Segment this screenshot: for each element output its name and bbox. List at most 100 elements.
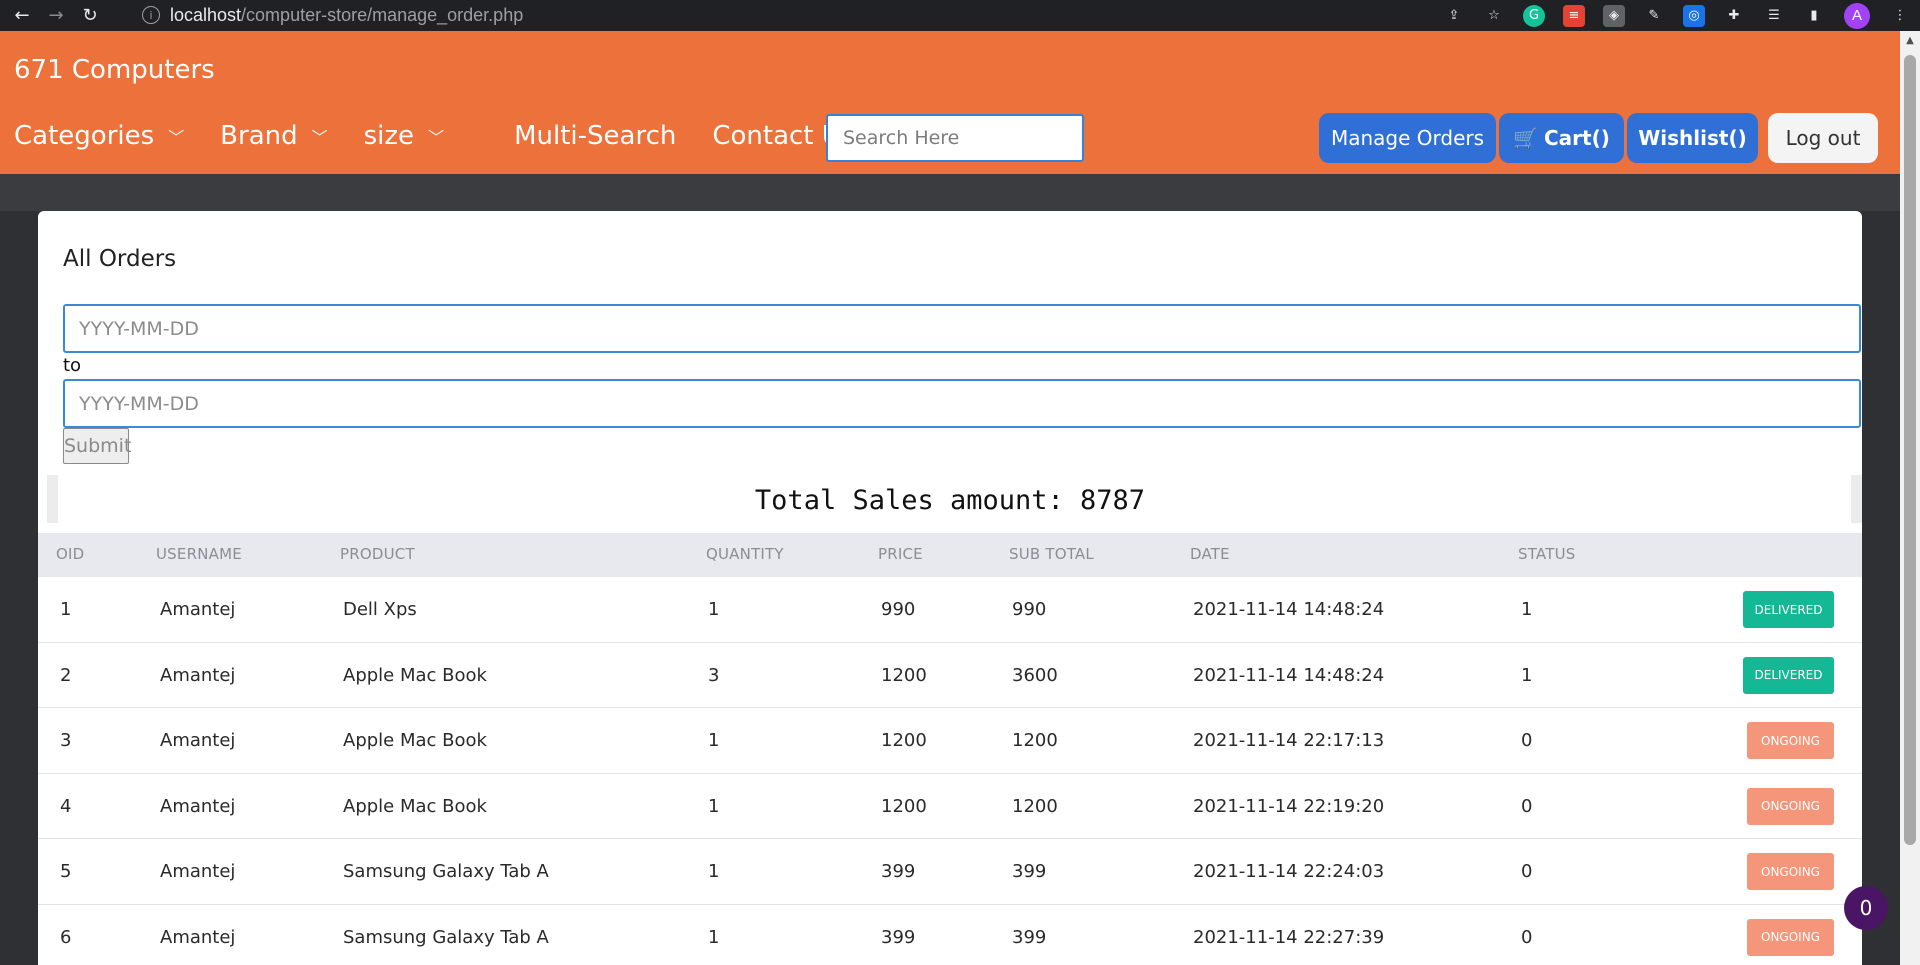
table-row: 2 Amantej Apple Mac Book 3 1200 3600 202… [38, 643, 1862, 708]
pen-extension-icon[interactable]: ✎ [1643, 5, 1665, 27]
status-badge[interactable]: DELIVERED [1743, 591, 1834, 628]
side-panel-icon[interactable]: ▮ [1803, 5, 1825, 27]
forward-arrow-icon[interactable]: → [44, 4, 68, 28]
cell-oid: 2 [60, 664, 72, 686]
submit-button[interactable]: Submit [63, 428, 131, 464]
extensions-puzzle-icon[interactable]: ✚ [1723, 5, 1745, 27]
status-badge[interactable]: DELIVERED [1743, 656, 1834, 694]
cell-product: Apple Mac Book [343, 730, 487, 751]
scrollbar-thumb[interactable] [1904, 55, 1916, 845]
cell-price: 399 [881, 861, 916, 882]
nav-multi-search[interactable]: Multi-Search [514, 121, 676, 151]
site-brand[interactable]: 671 Computers [14, 55, 215, 85]
date-to-input[interactable] [63, 379, 1861, 428]
column-header-quantity: QUANTITY [706, 545, 784, 563]
cell-price: 1200 [881, 730, 927, 751]
column-header-oid: OID [56, 545, 85, 563]
cart-button-label: Cart() [1544, 126, 1610, 150]
orders-table-body: 1 Amantej Dell Xps 1 990 990 2021-11-14 … [38, 577, 1862, 965]
url-text: localhost/computer-store/manage_order.ph… [170, 5, 523, 26]
nav-size[interactable]: size ﹀ [364, 121, 444, 151]
column-header-subtotal: SUB TOTAL [1009, 545, 1094, 563]
grammarly-extension-icon[interactable]: G [1523, 4, 1545, 27]
cell-quantity: 1 [708, 599, 720, 620]
cart-icon: 🛒 [1513, 126, 1538, 150]
reload-icon[interactable]: ↻ [78, 4, 102, 28]
cell-username: Amantej [160, 730, 236, 751]
page-scrollbar[interactable]: ▲ [1900, 31, 1920, 965]
date-from-input[interactable] [63, 304, 1861, 353]
cell-date: 2021-11-14 22:19:20 [1193, 795, 1385, 817]
address-bar[interactable]: i localhost/computer-store/manage_order.… [136, 1, 1488, 29]
cell-username: Amantej [160, 861, 236, 882]
wishlist-button[interactable]: Wishlist() [1627, 113, 1758, 163]
cell-status: 1 [1521, 599, 1533, 620]
cell-date: 2021-11-14 22:17:13 [1193, 730, 1385, 751]
main-nav: Categories ﹀ Brand ﹀ size ﹀ Multi-Search Co… [14, 121, 890, 151]
cell-username: Amantej [160, 926, 236, 948]
logout-button[interactable]: Log out [1768, 113, 1878, 163]
kebab-menu-icon[interactable]: ⋮ [1889, 5, 1911, 27]
table-row: 3 Amantej Apple Mac Book 1 1200 1200 202… [38, 708, 1862, 774]
page-title: All Orders [63, 246, 177, 272]
cell-status: 1 [1521, 664, 1533, 686]
manage-orders-button[interactable]: Manage Orders [1319, 113, 1496, 163]
cell-price: 1200 [881, 664, 927, 686]
cell-product: Samsung Galaxy Tab A [343, 926, 549, 948]
cell-subtotal: 990 [1012, 599, 1047, 620]
floating-counter-badge[interactable]: 0 [1844, 886, 1888, 930]
todoist-extension-icon[interactable]: ≡ [1563, 4, 1585, 27]
cell-status: 0 [1521, 795, 1533, 817]
chevron-down-icon: ﹀ [311, 128, 328, 147]
header-subbar [0, 174, 1900, 211]
status-badge[interactable]: ONGOING [1747, 787, 1834, 825]
back-arrow-icon[interactable]: ← [10, 4, 34, 28]
cart-button[interactable]: 🛒 Cart() [1499, 113, 1624, 163]
cell-product: Apple Mac Book [343, 664, 487, 686]
cell-quantity: 1 [708, 795, 720, 817]
table-row: 6 Amantej Samsung Galaxy Tab A 1 399 399… [38, 905, 1862, 965]
nav-categories-label: Categories [14, 121, 155, 151]
nav-brand[interactable]: Brand ﹀ [220, 121, 327, 151]
ublock-extension-icon[interactable]: ◈ [1603, 4, 1625, 27]
browser-extensions: ⇪ ☆ G ≡ ◈ ✎ ◎ ✚ ☰ ▮ A ⋮ [1434, 0, 1920, 31]
nav-categories[interactable]: Categories ﹀ [14, 121, 184, 151]
column-header-status: STATUS [1518, 545, 1576, 563]
cell-oid: 3 [60, 730, 72, 751]
chevron-down-icon: ﹀ [168, 128, 185, 147]
status-badge[interactable]: ONGOING [1747, 918, 1834, 956]
cell-status: 0 [1521, 861, 1533, 882]
cell-status: 0 [1521, 730, 1533, 751]
cell-subtotal: 399 [1012, 861, 1047, 882]
cell-quantity: 1 [708, 730, 720, 751]
share-icon[interactable]: ⇪ [1443, 5, 1465, 27]
scroll-up-arrow-icon[interactable]: ▲ [1900, 35, 1920, 46]
nav-brand-label: Brand [220, 121, 298, 151]
profile-avatar[interactable]: A [1844, 2, 1870, 29]
bookmark-star-icon[interactable]: ☆ [1483, 5, 1505, 27]
site-info-icon[interactable]: i [142, 6, 160, 24]
date-range-to-label: to [63, 355, 82, 376]
cell-username: Amantej [160, 664, 236, 686]
status-badge[interactable]: ONGOING [1747, 722, 1834, 759]
cell-product: Dell Xps [343, 599, 417, 620]
cell-oid: 1 [60, 599, 72, 620]
total-sales-amount: Total Sales amount: 8787 [754, 485, 1146, 516]
extension-badge-icon[interactable]: ◎ [1683, 4, 1705, 27]
column-header-date: DATE [1190, 545, 1230, 563]
url-path: /computer-store/manage_order.php [241, 4, 524, 25]
cell-quantity: 1 [708, 926, 720, 948]
status-badge[interactable]: ONGOING [1747, 853, 1834, 890]
site-search-input[interactable] [826, 114, 1084, 162]
column-header-product: PRODUCT [340, 545, 415, 563]
cell-subtotal: 1200 [1012, 795, 1058, 817]
site-header: 671 Computers Categories ﹀ Brand ﹀ size ﹀ M… [0, 31, 1900, 174]
reading-list-icon[interactable]: ☰ [1763, 5, 1785, 27]
cell-date: 2021-11-14 14:48:24 [1193, 599, 1385, 620]
cell-oid: 6 [60, 926, 72, 948]
cell-oid: 5 [60, 861, 72, 882]
cell-price: 1200 [881, 795, 927, 817]
cell-status: 0 [1521, 926, 1533, 948]
cell-date: 2021-11-14 22:27:39 [1193, 926, 1385, 948]
table-row: 5 Amantej Samsung Galaxy Tab A 1 399 399… [38, 839, 1862, 905]
